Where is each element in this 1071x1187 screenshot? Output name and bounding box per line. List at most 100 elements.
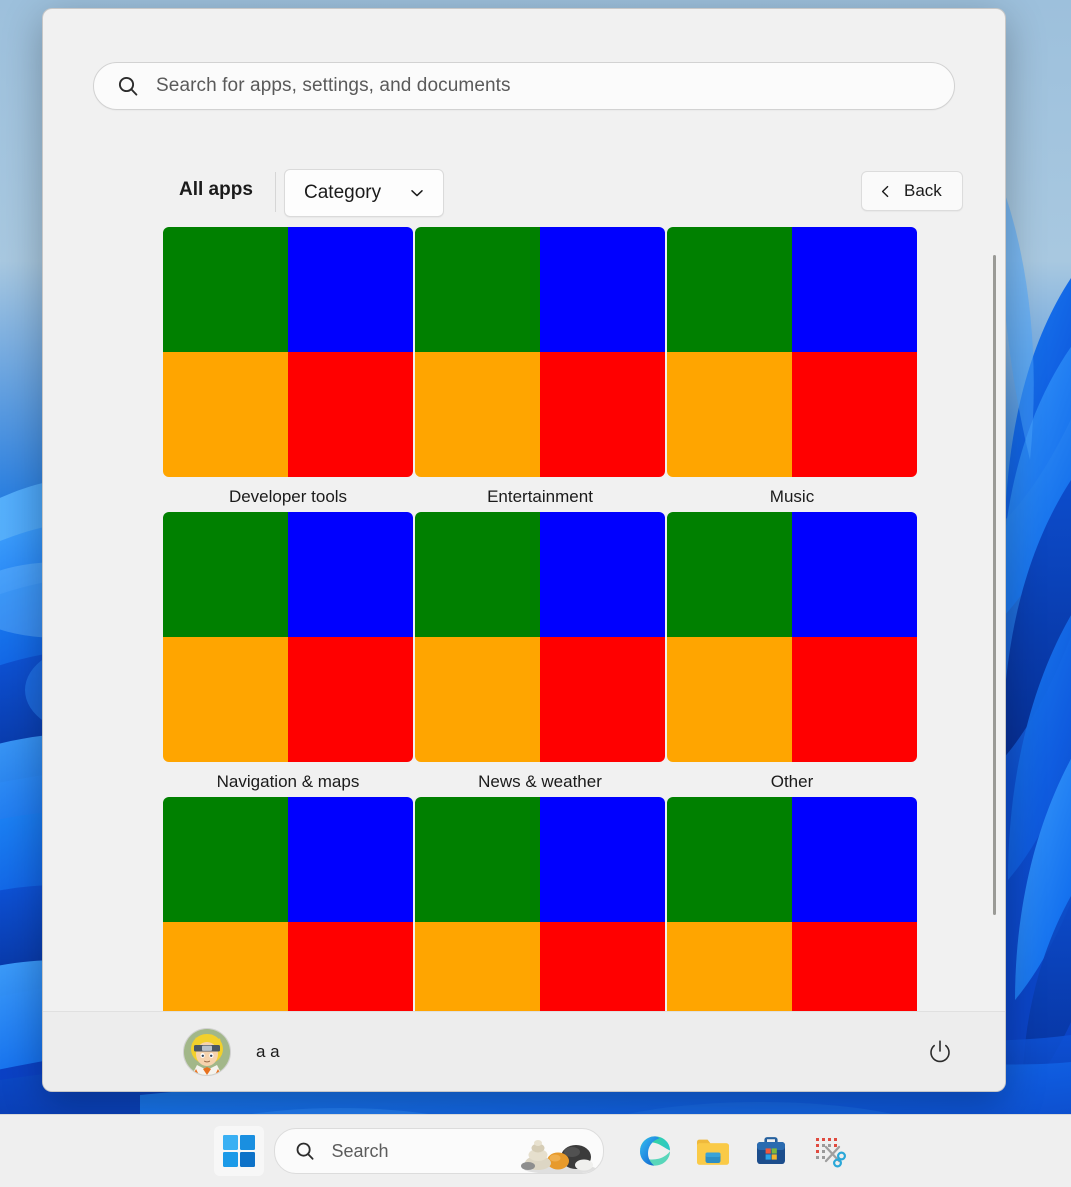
header-divider xyxy=(275,172,276,212)
page-title: All apps xyxy=(179,179,253,201)
swatch-quadrant-bottom-left xyxy=(415,352,540,477)
category-tile-label: News & weather xyxy=(415,769,665,795)
swatch-quadrant-top-right xyxy=(288,227,413,352)
swatch-quadrant-top-right xyxy=(540,227,665,352)
swatch-quadrant-bottom-right xyxy=(792,637,917,762)
swatch-quadrant-top-right xyxy=(792,512,917,637)
account-name: a a xyxy=(256,1042,280,1062)
search-placeholder-text: Search for apps, settings, and documents xyxy=(156,75,511,97)
swatch-quadrant-top-right xyxy=(288,797,413,922)
category-tile-swatch xyxy=(415,512,665,762)
start-button[interactable] xyxy=(214,1126,264,1176)
category-tile-swatch xyxy=(163,797,413,1012)
zen-stones-image xyxy=(519,1129,601,1173)
swatch-quadrant-bottom-right xyxy=(792,922,917,1012)
swatch-quadrant-top-left xyxy=(415,797,540,922)
category-tile-swatch xyxy=(667,512,917,762)
category-dropdown[interactable]: Category xyxy=(284,169,444,217)
all-apps-header-row: All apps Category Back xyxy=(138,167,963,217)
category-tile-swatch xyxy=(415,227,665,477)
taskbar-app-microsoft-store[interactable] xyxy=(742,1125,800,1177)
swatch-quadrant-bottom-left xyxy=(163,637,288,762)
swatch-quadrant-bottom-left xyxy=(667,352,792,477)
swatch-quadrant-bottom-right xyxy=(792,352,917,477)
swatch-quadrant-top-right xyxy=(792,797,917,922)
swatch-quadrant-bottom-right xyxy=(288,922,413,1012)
user-account-button[interactable]: a a xyxy=(183,1028,280,1076)
category-tile[interactable] xyxy=(415,797,665,1012)
category-tile-label: Music xyxy=(667,484,917,510)
swatch-quadrant-bottom-left xyxy=(667,922,792,1012)
swatch-quadrant-bottom-right xyxy=(540,922,665,1012)
swatch-quadrant-top-left xyxy=(163,227,288,352)
chevron-left-icon xyxy=(878,184,893,199)
category-tile[interactable] xyxy=(667,797,917,1012)
swatch-quadrant-top-right xyxy=(540,797,665,922)
swatch-quadrant-top-left xyxy=(667,227,792,352)
taskbar-app-file-explorer[interactable] xyxy=(684,1125,742,1177)
swatch-quadrant-top-left xyxy=(415,227,540,352)
scrollbar-thumb[interactable] xyxy=(993,255,996,915)
taskbar-search-placeholder-text: Search xyxy=(332,1141,389,1162)
taskbar-app-edge[interactable] xyxy=(626,1125,684,1177)
zen-stones-illustration xyxy=(520,1131,600,1173)
category-tile-swatch xyxy=(667,227,917,477)
taskbar: Search xyxy=(0,1114,1071,1187)
power-icon xyxy=(926,1038,954,1066)
category-tile[interactable]: Developer tools xyxy=(163,227,413,510)
power-button[interactable] xyxy=(923,1035,957,1069)
start-search-row: Search for apps, settings, and documents xyxy=(93,62,955,110)
swatch-quadrant-top-left xyxy=(667,797,792,922)
swatch-quadrant-bottom-left xyxy=(415,637,540,762)
swatch-quadrant-top-left xyxy=(415,512,540,637)
category-tile-label: Developer tools xyxy=(163,484,413,510)
category-tile-label: Other xyxy=(667,769,917,795)
category-tile[interactable]: Navigation & maps xyxy=(163,512,413,795)
category-tile-swatch xyxy=(163,512,413,762)
search-icon xyxy=(294,1140,316,1162)
category-tile-label: Navigation & maps xyxy=(163,769,413,795)
category-tile-label: Entertainment xyxy=(415,484,665,510)
windows-logo-icon xyxy=(222,1134,256,1168)
category-tile[interactable]: Other xyxy=(667,512,917,795)
avatar xyxy=(183,1028,231,1076)
start-menu-panel: Search for apps, settings, and documents… xyxy=(42,8,1006,1092)
category-tile-swatch xyxy=(163,227,413,477)
swatch-quadrant-top-right xyxy=(540,512,665,637)
swatch-quadrant-top-left xyxy=(163,512,288,637)
back-button[interactable]: Back xyxy=(861,171,963,211)
swatch-quadrant-bottom-right xyxy=(288,637,413,762)
taskbar-search-input[interactable]: Search xyxy=(274,1128,604,1174)
taskbar-items: Search xyxy=(214,1125,858,1177)
category-tile-swatch xyxy=(667,797,917,1012)
category-tile[interactable]: News & weather xyxy=(415,512,665,795)
search-input[interactable]: Search for apps, settings, and documents xyxy=(93,62,955,110)
swatch-quadrant-bottom-left xyxy=(163,922,288,1012)
swatch-quadrant-bottom-left xyxy=(667,637,792,762)
category-tile[interactable]: Entertainment xyxy=(415,227,665,510)
swatch-quadrant-bottom-right xyxy=(540,637,665,762)
swatch-quadrant-bottom-right xyxy=(288,352,413,477)
search-icon xyxy=(116,74,140,98)
app-categories-grid: Developer tools Entertainment xyxy=(43,225,1005,1012)
start-menu-footer: a a xyxy=(43,1011,1005,1091)
swatch-quadrant-bottom-left xyxy=(163,352,288,477)
swatch-quadrant-top-left xyxy=(163,797,288,922)
category-tile[interactable]: Music xyxy=(667,227,917,510)
back-button-label: Back xyxy=(904,181,942,201)
taskbar-app-snipping-tool[interactable] xyxy=(800,1125,858,1177)
edge-icon xyxy=(637,1133,673,1169)
microsoft-store-icon xyxy=(754,1134,788,1168)
user-avatar-icon xyxy=(184,1029,230,1075)
file-explorer-icon xyxy=(695,1135,731,1167)
snipping-tool-icon xyxy=(812,1134,846,1168)
category-tile[interactable] xyxy=(163,797,413,1012)
category-tile-swatch xyxy=(415,797,665,1012)
swatch-quadrant-bottom-left xyxy=(415,922,540,1012)
swatch-quadrant-bottom-right xyxy=(540,352,665,477)
scrollbar-track[interactable] xyxy=(992,255,997,985)
category-dropdown-value: Category xyxy=(304,182,381,204)
screen: Search for apps, settings, and documents… xyxy=(0,0,1071,1187)
chevron-down-icon xyxy=(408,184,426,202)
swatch-quadrant-top-left xyxy=(667,512,792,637)
